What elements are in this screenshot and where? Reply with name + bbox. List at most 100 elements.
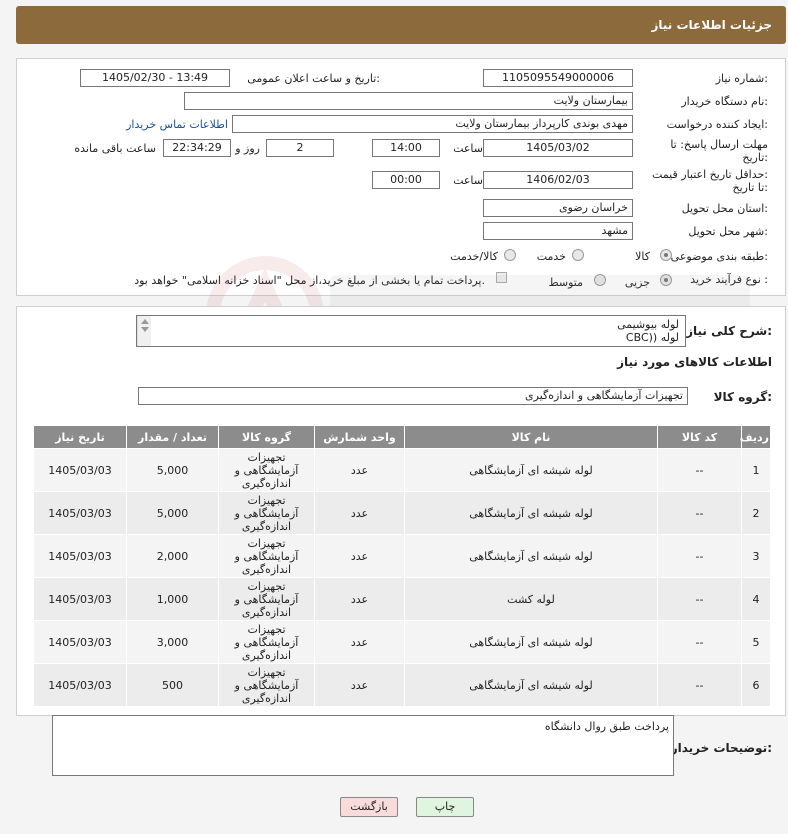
scroll-up-icon[interactable] (141, 319, 149, 324)
cell-qty: 2,000 (126, 534, 219, 578)
cell-unit: عدد (314, 534, 405, 578)
table-row: 6 -- لوله شیشه ای آزمایشگاهی عدد تجهیزات… (33, 663, 771, 707)
city-label: شهر محل تحویل: (688, 225, 768, 238)
cell-date: 1405/03/03 (33, 491, 127, 535)
remaining-label: ساعت باقی مانده (74, 142, 156, 155)
min-valid-label-2: تا تاریخ: (732, 181, 768, 194)
cell-row-number: 2 (741, 491, 771, 535)
summary-label: شرح کلی نیاز: (686, 324, 772, 338)
deadline-time-field: 14:00 (372, 139, 440, 157)
cell-qty: 5,000 (126, 448, 219, 492)
cell-group: تجهیزات آزمایشگاهی و اندازه‌گیری (218, 663, 315, 707)
announce-label: تاریخ و ساعت اعلان عمومی: (247, 72, 380, 85)
cell-group: تجهیزات آزمایشگاهی و اندازه‌گیری (218, 448, 315, 492)
cell-row-number: 1 (741, 448, 771, 492)
goods-group-field: تجهیزات آزمایشگاهی و اندازه‌گیری (138, 387, 688, 405)
scroll-down-icon[interactable] (141, 327, 149, 332)
cell-qty: 1,000 (126, 577, 219, 621)
col-header-qty: تعداد / مقدار (126, 425, 219, 449)
cell-qty: 5,000 (126, 491, 219, 535)
min-valid-time-field: 00:00 (372, 171, 440, 189)
col-header-row: ردیف (740, 425, 771, 449)
process-radio-medium[interactable] (594, 274, 606, 286)
summary-scrollbar[interactable] (137, 316, 151, 346)
category-radio-service[interactable] (572, 249, 584, 261)
need-number-field: 1105095549000006 (483, 69, 633, 87)
goods-group-label: گروه کالا: (713, 390, 772, 404)
process-radio-minor[interactable] (660, 274, 672, 286)
col-header-date: تاریخ نیاز (33, 425, 127, 449)
deadline-label-2: تاریخ: (742, 151, 768, 164)
table-row: 5 -- لوله شیشه ای آزمایشگاهی عدد تجهیزات… (33, 620, 771, 664)
summary-line-2: لوله ((CBC (625, 331, 679, 344)
deadline-date-field: 1405/03/02 (483, 139, 633, 157)
summary-line-1: لوله بیوشیمی (617, 318, 679, 331)
summary-textarea[interactable]: لوله بیوشیمی لوله ((CBC (136, 315, 686, 347)
cell-row-number: 6 (741, 663, 771, 707)
category-radio-both[interactable] (504, 249, 516, 261)
buyer-notes-textarea[interactable]: پرداخت طبق روال دانشگاه (52, 715, 674, 776)
buyer-org-label: نام دستگاه خریدار: (681, 95, 768, 108)
goods-table: ردیف کد کالا نام کالا واحد شمارش گروه کا… (33, 425, 771, 707)
cell-name: لوله شیشه ای آزمایشگاهی (404, 663, 658, 707)
min-valid-label-1: حداقل تاریخ اعتبار قیمت: (652, 168, 768, 181)
col-header-unit: واحد شمارش (314, 425, 405, 449)
treasury-checkbox[interactable] (496, 272, 507, 283)
table-header-row: ردیف کد کالا نام کالا واحد شمارش گروه کا… (33, 425, 771, 449)
cell-row-number: 4 (741, 577, 771, 621)
creator-field: مهدی بوندی کارپرداز بیمارستان ولایت (232, 115, 633, 133)
cell-code: -- (657, 577, 742, 621)
cell-code: -- (657, 448, 742, 492)
table-row: 2 -- لوله شیشه ای آزمایشگاهی عدد تجهیزات… (33, 491, 771, 535)
cell-code: -- (657, 663, 742, 707)
cell-row-number: 3 (741, 534, 771, 578)
table-row: 3 -- لوله شیشه ای آزمایشگاهی عدد تجهیزات… (33, 534, 771, 578)
col-header-code: کد کالا (657, 425, 742, 449)
page-header: جزئیات اطلاعات نیاز (16, 6, 786, 44)
category-label: طبقه بندی موضوعی: (670, 250, 768, 263)
process-option-medium: متوسط (548, 276, 583, 289)
cell-unit: عدد (314, 663, 405, 707)
cell-date: 1405/03/03 (33, 448, 127, 492)
cell-name: لوله شیشه ای آزمایشگاهی (404, 620, 658, 664)
cell-row-number: 5 (741, 620, 771, 664)
creator-label: ایجاد کننده درخواست: (666, 118, 768, 131)
cell-unit: عدد (314, 448, 405, 492)
cell-date: 1405/03/03 (33, 577, 127, 621)
cell-name: لوله شیشه ای آزمایشگاهی (404, 448, 658, 492)
table-row: 1 -- لوله شیشه ای آزمایشگاهی عدد تجهیزات… (33, 448, 771, 492)
cell-qty: 3,000 (126, 620, 219, 664)
remaining-time-field: 22:34:29 (163, 139, 231, 157)
cell-unit: عدد (314, 620, 405, 664)
col-header-name: نام کالا (404, 425, 658, 449)
cell-qty: 500 (126, 663, 219, 707)
process-label: نوع فرآیند خرید : (690, 273, 768, 286)
cell-date: 1405/03/03 (33, 620, 127, 664)
cell-group: تجهیزات آزمایشگاهی و اندازه‌گیری (218, 620, 315, 664)
buyer-org-field: بیمارستان ولایت (184, 92, 633, 110)
contact-info-link[interactable]: اطلاعات تماس خریدار (126, 118, 228, 131)
days-label: روز و (235, 142, 260, 155)
cell-name: لوله کشت (404, 577, 658, 621)
category-radio-goods[interactable] (660, 249, 672, 261)
cell-code: -- (657, 620, 742, 664)
days-field: 2 (266, 139, 334, 157)
cell-code: -- (657, 534, 742, 578)
cell-date: 1405/03/03 (33, 534, 127, 578)
col-header-group: گروه کالا (218, 425, 315, 449)
print-button[interactable]: چاپ (416, 797, 474, 817)
min-valid-time-label: ساعت (453, 174, 483, 187)
cell-unit: عدد (314, 577, 405, 621)
category-option-goods: کالا (635, 250, 650, 263)
buyer-notes-label: توضیحات خریدار: (670, 741, 772, 755)
goods-section-title: اطلاعات کالاهای مورد نیاز (617, 355, 772, 369)
min-valid-date-field: 1406/02/03 (483, 171, 633, 189)
category-option-service: خدمت (536, 250, 566, 263)
cell-name: لوله شیشه ای آزمایشگاهی (404, 491, 658, 535)
table-row: 4 -- لوله کشت عدد تجهیزات آزمایشگاهی و ا… (33, 577, 771, 621)
category-option-both: کالا/خدمت (450, 250, 498, 263)
back-button[interactable]: بازگشت (340, 797, 398, 817)
province-label: استان محل تحویل: (681, 202, 768, 215)
cell-code: -- (657, 491, 742, 535)
cell-group: تجهیزات آزمایشگاهی و اندازه‌گیری (218, 534, 315, 578)
